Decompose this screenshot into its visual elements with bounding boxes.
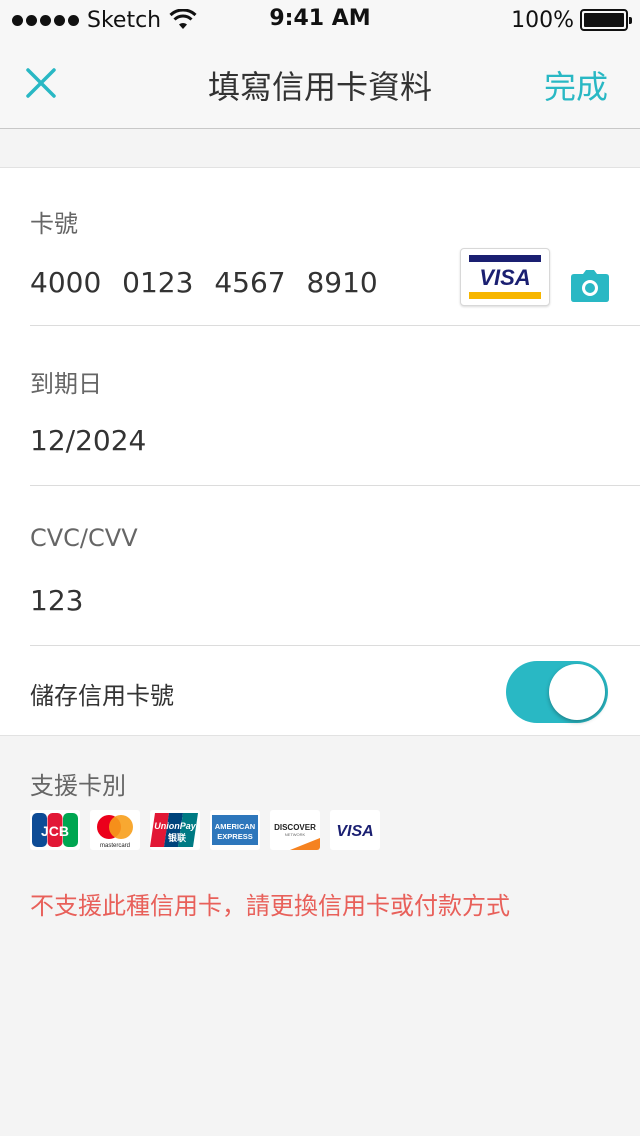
save-card-toggle[interactable] bbox=[506, 661, 608, 723]
discover-logo-icon: DISCOVER NETWORK bbox=[270, 810, 320, 850]
card-number-input[interactable]: 4000 0123 4567 8910 bbox=[30, 266, 378, 299]
divider bbox=[30, 645, 640, 646]
status-bar: Sketch 9:41 AM 100% bbox=[0, 0, 640, 40]
battery-percent: 100% bbox=[511, 7, 574, 33]
error-message: 不支援此種信用卡，請更換信用卡或付款方式 bbox=[30, 892, 510, 920]
expiry-input[interactable]: 12/2024 bbox=[30, 424, 146, 457]
visa-card-badge: VISA bbox=[460, 248, 550, 306]
amex-logo-icon: AMERICAN EXPRESS bbox=[210, 810, 260, 850]
toggle-knob bbox=[549, 664, 605, 720]
jcb-logo-icon: JCB bbox=[30, 810, 80, 850]
svg-text:AMERICAN: AMERICAN bbox=[215, 822, 255, 831]
svg-text:NETWORK: NETWORK bbox=[285, 832, 306, 837]
visa-logo-icon: VISA bbox=[330, 810, 380, 850]
svg-text:银联: 银联 bbox=[168, 832, 187, 844]
mastercard-logo-icon: mastercard bbox=[90, 810, 140, 850]
supported-card-logos: JCB mastercard UnionPay 银联 AMERICAN EXPR… bbox=[30, 810, 380, 850]
nav-bar: 填寫信用卡資料 完成 bbox=[0, 40, 640, 129]
svg-text:mastercard: mastercard bbox=[100, 843, 130, 849]
expiry-label: 到期日 bbox=[30, 370, 102, 398]
svg-text:EXPRESS: EXPRESS bbox=[217, 832, 252, 841]
card-number-label: 卡號 bbox=[30, 210, 78, 238]
svg-text:UnionPay: UnionPay bbox=[154, 821, 197, 831]
credit-card-form: 卡號 4000 0123 4567 8910 VISA 到期日 12/2024 … bbox=[0, 167, 640, 736]
save-card-label: 儲存信用卡號 bbox=[30, 682, 174, 710]
camera-icon[interactable] bbox=[570, 268, 610, 304]
svg-text:DISCOVER: DISCOVER bbox=[274, 823, 316, 832]
visa-badge-text: VISA bbox=[479, 265, 531, 290]
divider bbox=[30, 485, 640, 486]
cvc-label: CVC/CVV bbox=[30, 524, 138, 552]
supported-cards-label: 支援卡別 bbox=[30, 772, 126, 800]
cvc-input[interactable]: 123 bbox=[30, 584, 83, 617]
battery-icon bbox=[580, 9, 632, 31]
svg-text:JCB: JCB bbox=[41, 823, 69, 839]
divider bbox=[30, 325, 640, 326]
unionpay-logo-icon: UnionPay 银联 bbox=[150, 810, 200, 850]
done-button[interactable]: 完成 bbox=[544, 62, 608, 108]
svg-text:VISA: VISA bbox=[336, 823, 373, 840]
status-right: 100% bbox=[511, 7, 632, 33]
